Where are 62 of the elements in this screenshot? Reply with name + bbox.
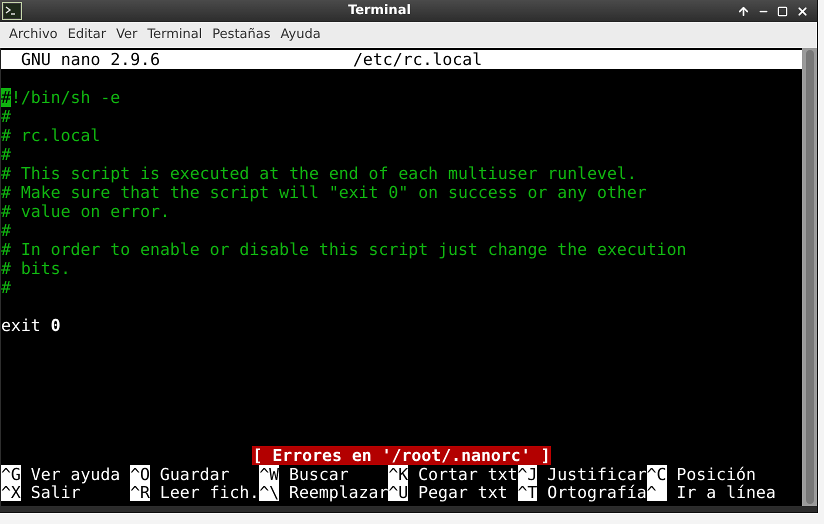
close-icon[interactable] — [796, 4, 809, 18]
menu-item[interactable]: Terminal — [142, 25, 208, 45]
window-title: Terminal — [347, 2, 412, 20]
file-name: /etc/rc.local — [353, 50, 482, 69]
shortcut-label: Ir a línea — [675, 483, 776, 501]
keep-above-icon[interactable] — [737, 4, 750, 18]
scrollbar-thumb[interactable] — [806, 50, 814, 504]
shortcut[interactable]: ^U Pegar txt — [388, 483, 518, 501]
code-line: # This script is executed at the end of each multiuser runlevel. — [1, 164, 638, 183]
code-line: # value on error. — [1, 202, 171, 221]
scrollbar[interactable] — [802, 48, 817, 506]
code-line: # — [1, 221, 12, 240]
code-line: # In order to enable or disable this script just change the execution — [1, 240, 688, 259]
shortcut-label: Salir — [30, 483, 80, 501]
shortcut-label: Ver ayuda — [30, 465, 120, 483]
shortcut-label: Ortografía — [546, 483, 647, 501]
shortcut-key: ^\ — [259, 483, 280, 501]
code-line: # bits. — [1, 259, 72, 278]
shortcut[interactable]: ^O Guardar — [130, 465, 260, 483]
shortcut[interactable]: ^R Leer fich. — [130, 483, 260, 501]
shortcut-label: Buscar — [288, 465, 349, 483]
shortcut-key: ^O — [130, 465, 150, 483]
maximize-icon[interactable] — [777, 6, 788, 16]
code-line: # — [1, 107, 12, 126]
shortcut-label: Pegar txt — [417, 483, 508, 501]
shortcut-key: ^K — [388, 465, 408, 483]
shortcut-key: ^U — [388, 483, 408, 501]
shortcut-label: Cortar txt — [417, 465, 518, 483]
code-line: #!/bin/sh -e — [1, 88, 122, 107]
shortcut-key: ^X — [1, 483, 21, 501]
shortcut[interactable]: ^\ Reemplazar — [259, 483, 388, 501]
shortcut-label: Guardar — [158, 465, 230, 483]
menu-item[interactable]: Ayuda — [276, 25, 326, 45]
shortcut-label: Justificar — [546, 465, 647, 483]
shortcut-label: Posición — [675, 465, 756, 483]
shortcut[interactable]: ^X Salir — [1, 483, 130, 501]
shortcut-key: ^J — [518, 465, 538, 483]
shortcut[interactable]: ^T Ortografía — [518, 483, 647, 501]
status-message: [ Errores en '/root/.nanorc' ] — [252, 446, 550, 465]
shortcut-label: Reemplazar — [288, 483, 388, 501]
shortcut-key: ^T — [518, 483, 538, 501]
menu-item[interactable]: Ver — [111, 25, 142, 45]
code-line: # rc.local — [1, 126, 102, 145]
shortcut-key: ^C — [646, 465, 666, 483]
shortcut-key: ^G — [1, 465, 21, 483]
code-line: # — [1, 145, 12, 164]
menu-item[interactable]: Archivo — [4, 25, 63, 45]
menu-item[interactable]: Editar — [62, 25, 112, 45]
code-line: # Make sure that the script will "exit 0" on success or any other — [1, 183, 648, 202]
code-line: exit 0 — [1, 316, 62, 335]
terminal-icon — [2, 2, 22, 20]
menu-item[interactable]: Pestañas — [207, 25, 276, 45]
shortcut[interactable]: ^G Ver ayuda — [1, 465, 130, 483]
nano-version: GNU nano 2.9.6 — [20, 50, 162, 69]
shortcut[interactable]: ^K Cortar txt — [388, 465, 518, 483]
code-line: # — [1, 278, 12, 297]
shortcut-label: Leer fich. — [158, 483, 260, 501]
shortcut[interactable]: ^C Posición — [646, 465, 776, 483]
shortcut[interactable]: ^W Buscar — [259, 465, 388, 483]
shortcut-key: ^W — [259, 465, 280, 483]
shortcut[interactable]: ^J Justificar — [518, 465, 647, 483]
shortcut-key: ^R — [130, 483, 150, 501]
